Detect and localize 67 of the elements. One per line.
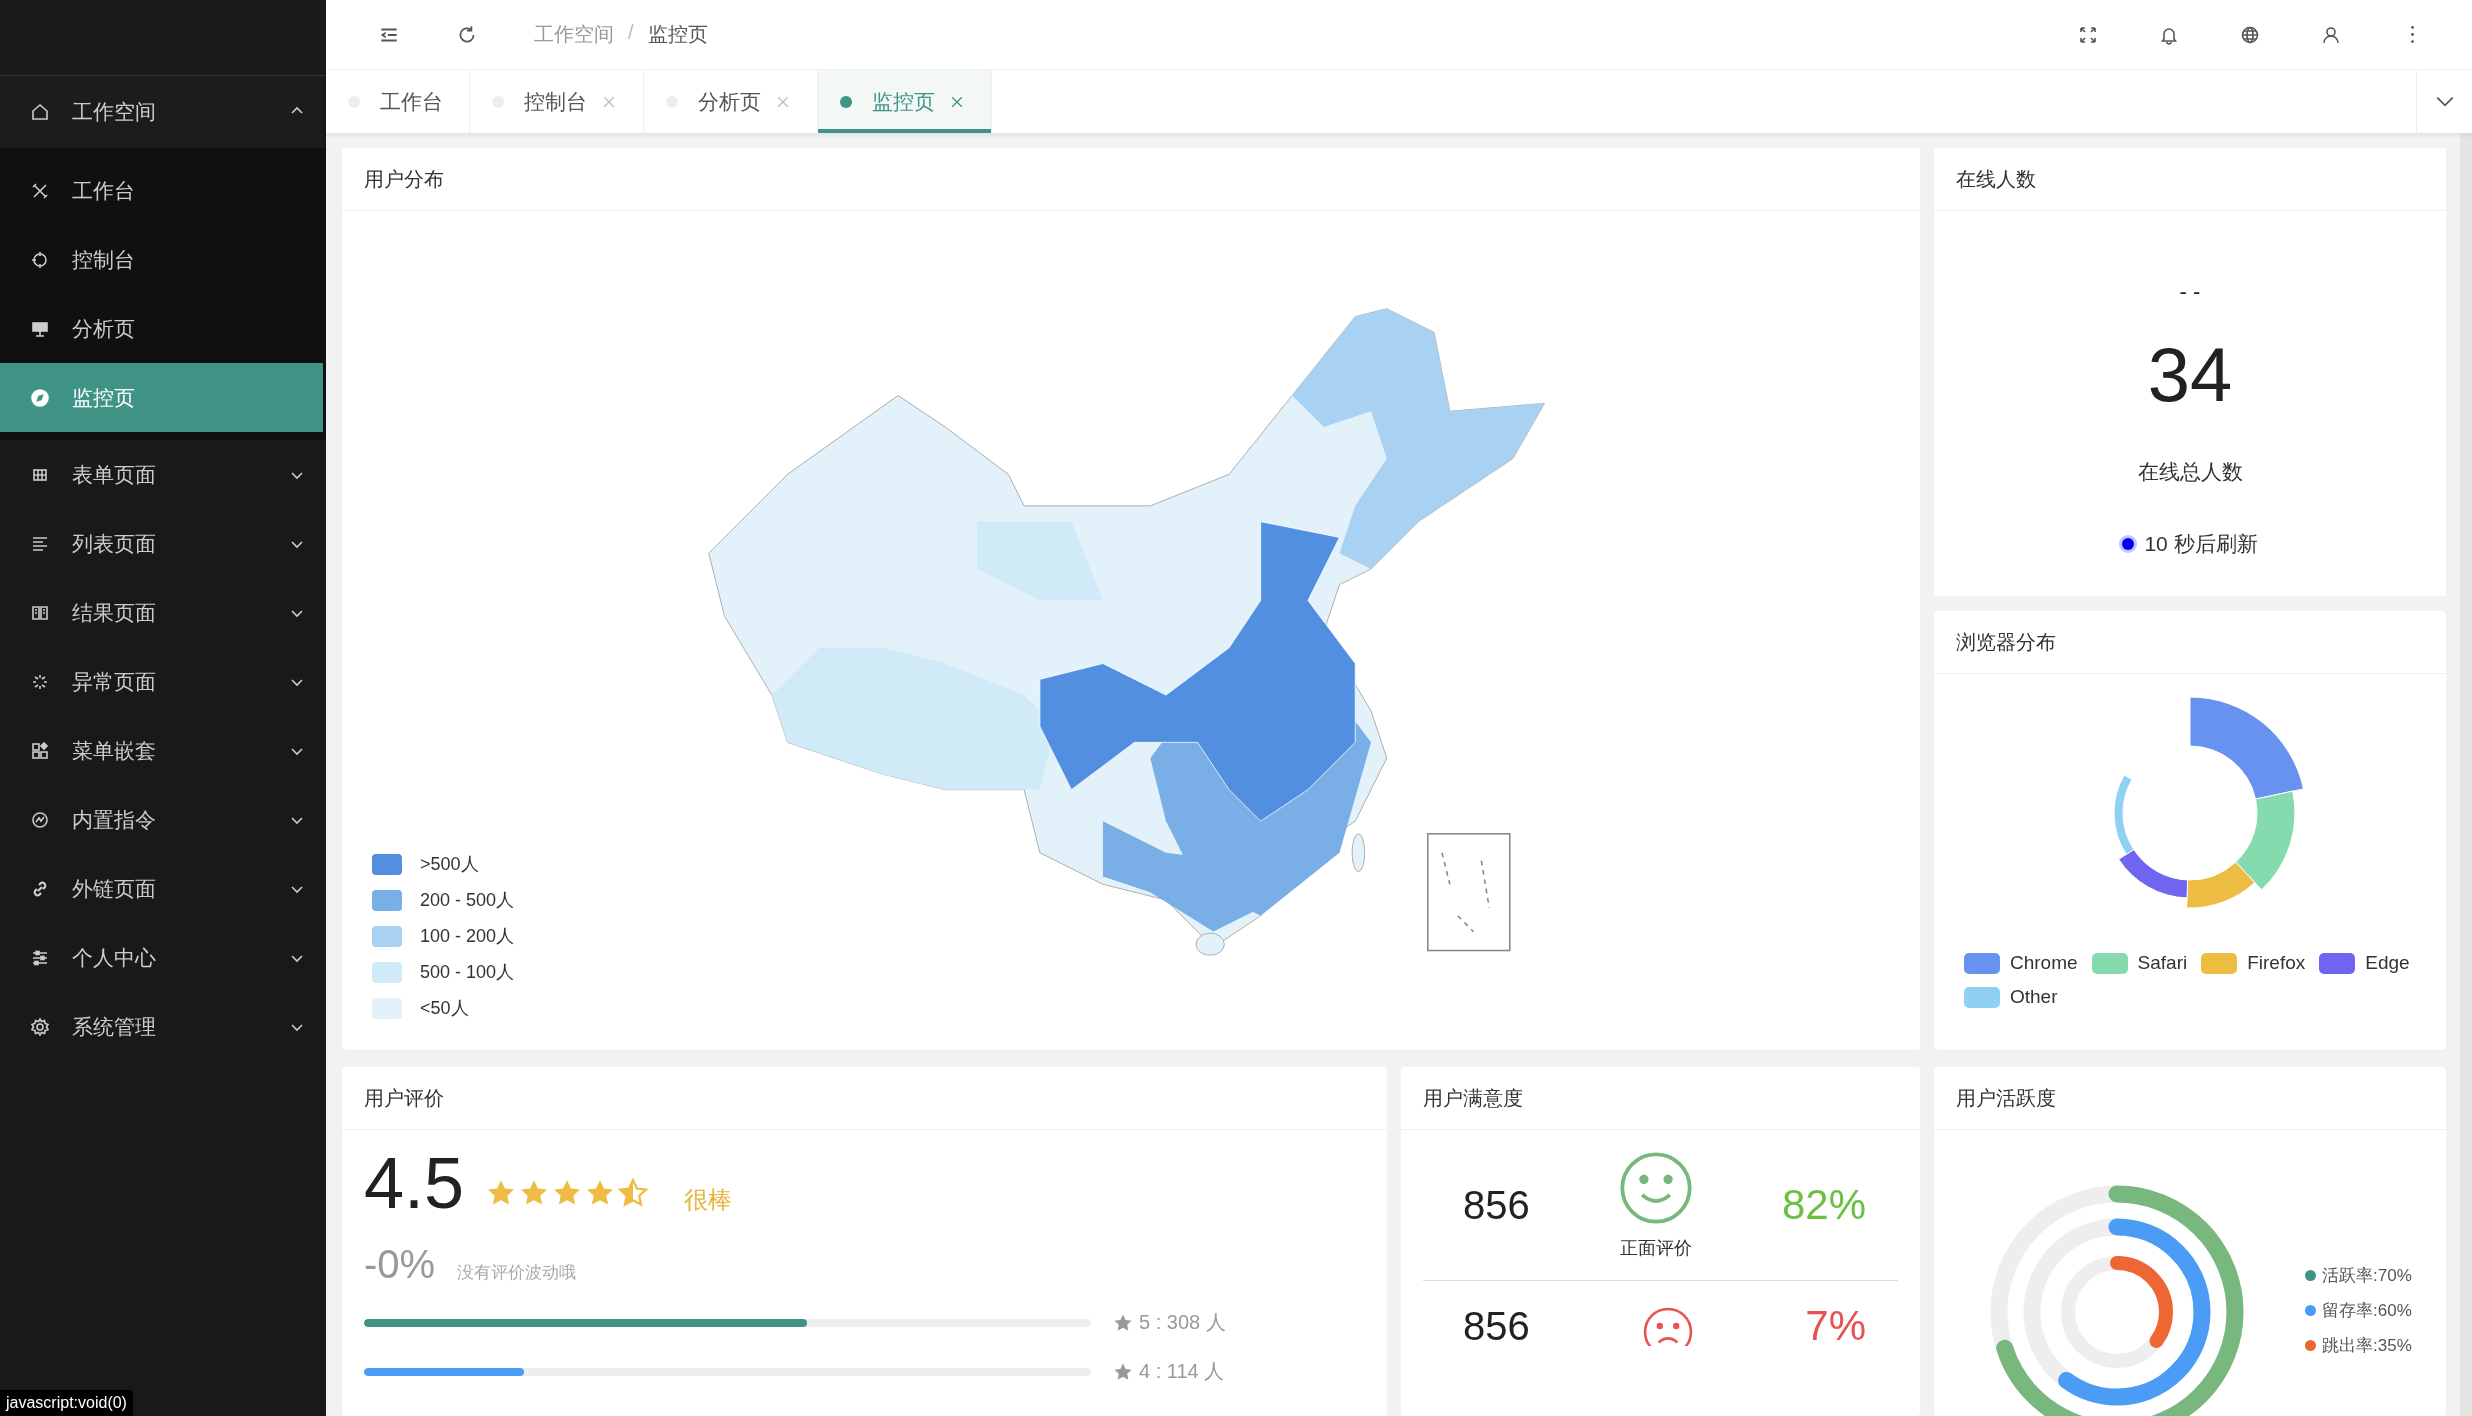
rating-note: 没有评价波动哦	[457, 1262, 577, 1284]
legend-label: Edge	[2365, 952, 2410, 974]
card-title: 在线人数	[1956, 166, 2036, 192]
tools-icon	[30, 180, 50, 201]
menu-group[interactable]: 表单页面	[0, 440, 323, 509]
menu-group[interactable]: 外链页面	[0, 854, 323, 923]
legend-label: Chrome	[2010, 952, 2078, 974]
percent-value: 7%	[1805, 1302, 1866, 1350]
legend-label: 活跃率:70%	[2322, 1265, 2412, 1287]
rating-count: 4 : 114 人	[1139, 1359, 1225, 1384]
blocks-icon	[30, 740, 50, 761]
legend-label: Other	[2010, 986, 2058, 1008]
breadcrumb-separator: /	[628, 21, 634, 45]
scrollbar[interactable]	[2460, 133, 2472, 1416]
legend-label: 留存率:60%	[2322, 1300, 2412, 1322]
legend-label: 跳出率:35%	[2322, 1335, 2412, 1357]
percent-value: 82%	[1781, 1181, 1866, 1229]
sentiment-label: 正面评价	[1619, 1237, 1692, 1260]
home-icon	[30, 102, 50, 122]
menu-item[interactable]: 工作台	[0, 156, 323, 225]
menu-group[interactable]: 菜单嵌套	[0, 716, 323, 785]
half-star-icon	[618, 1178, 649, 1208]
fullscreen-icon	[2078, 24, 2098, 45]
legend-label: 100 - 200人	[420, 925, 515, 948]
more-icon	[2410, 26, 2414, 43]
legend-label: >500人	[420, 853, 479, 876]
refresh-dot	[2122, 538, 2135, 550]
status-url-text: javascript:void(0)	[0, 1390, 133, 1416]
rating-score: 4.5	[364, 1142, 465, 1224]
menu-item[interactable]: 监控页	[0, 363, 323, 432]
count-value: 856	[1463, 1303, 1530, 1349]
globe-icon	[2240, 24, 2260, 45]
legend-label: 500 - 100人	[420, 961, 515, 984]
dial-icon	[30, 249, 50, 270]
legend-label: <50人	[420, 997, 469, 1020]
breadcrumb-item: 监控页	[647, 22, 708, 47]
menu-group[interactable]: 系统管理	[0, 992, 323, 1061]
legend-label: Firefox	[2247, 952, 2306, 974]
chart-icon	[30, 809, 50, 830]
settings-icon	[30, 1016, 50, 1037]
count-value: 856	[1463, 1182, 1530, 1228]
online-count: 34	[2147, 331, 2233, 418]
menu-item[interactable]: 控制台	[0, 225, 323, 294]
card-title: 用户满意度	[1423, 1085, 1523, 1111]
menu-group[interactable]: 内置指令	[0, 785, 323, 854]
menu-item[interactable]: 分析页	[0, 294, 323, 363]
menu-group[interactable]: 异常页面	[0, 647, 323, 716]
menu-group[interactable]: 结果页面	[0, 578, 323, 647]
legend-label: Safari	[2137, 952, 2188, 974]
count-caption: 在线总人数	[2137, 459, 2243, 485]
compass-icon	[30, 387, 50, 408]
card-title: 用户活跃度	[1956, 1085, 2056, 1111]
card-title: 浏览器分布	[1956, 629, 2056, 655]
previous-count: - -	[2179, 279, 2201, 305]
menu-group[interactable]: 列表页面	[0, 509, 323, 578]
legend-label: 200 - 500人	[420, 889, 515, 912]
tab[interactable]: 控制台	[470, 70, 644, 133]
rating-verdict: 很棒	[684, 1185, 733, 1215]
menu-group[interactable]: 个人中心	[0, 923, 323, 992]
refresh-countdown: 10 秒后刷新	[2144, 531, 2258, 557]
card-title: 用户分布	[364, 166, 444, 192]
user-icon	[2321, 24, 2341, 45]
rating-count: 5 : 308 人	[1139, 1310, 1226, 1335]
tab[interactable]: 工作台	[326, 70, 470, 133]
card-title: 用户评价	[364, 1085, 444, 1111]
status-dot	[840, 95, 852, 108]
rating-change: -0%	[364, 1242, 436, 1287]
